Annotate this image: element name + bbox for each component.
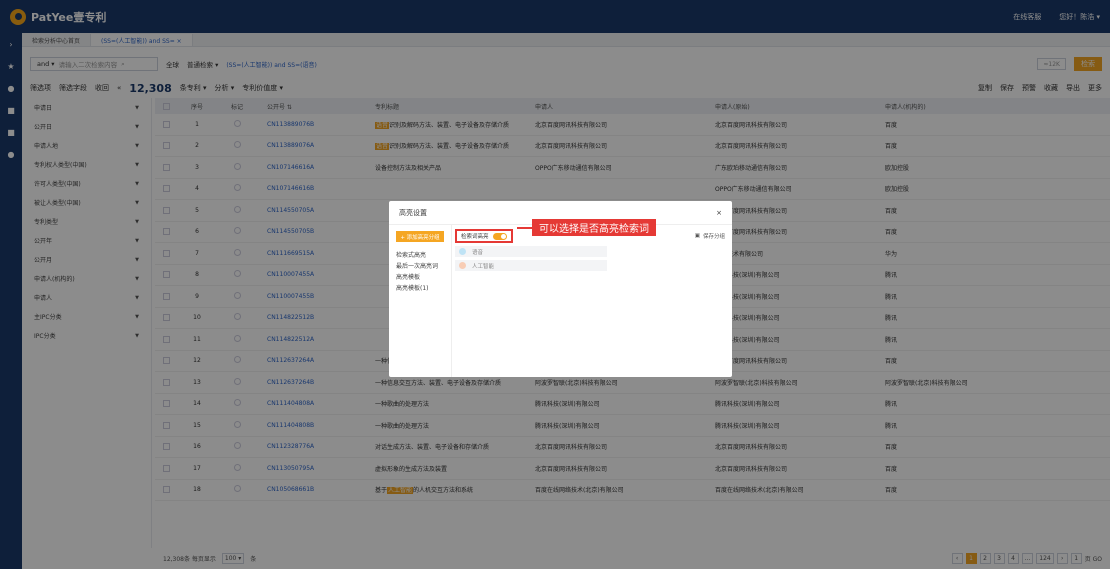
term-label: 人工智能 [472, 263, 495, 270]
term-item: 语音 [455, 246, 607, 257]
term-item: 人工智能 [455, 260, 607, 271]
side-item-last-words[interactable]: 最后一次高亮词 [396, 261, 444, 272]
save-group-button[interactable]: ▣ 保存分组 [695, 232, 725, 240]
highlight-toggle[interactable]: 检索词高亮 [455, 229, 513, 243]
dialog-sidebar: + 添加高亮分组 检索式高亮 最后一次高亮词 高亮模板 高亮模板(1) [389, 225, 452, 377]
term-color-dot[interactable] [459, 262, 466, 269]
save-group-label: 保存分组 [702, 234, 725, 240]
annotation-callout: 可以选择是否高亮检索词 [532, 219, 656, 236]
side-item-template[interactable]: 高亮模板 [396, 272, 444, 283]
callout-connector [517, 227, 532, 229]
side-item-expression[interactable]: 检索式高亮 [396, 250, 444, 261]
save-icon: ▣ [694, 233, 700, 239]
toggle-switch[interactable] [492, 232, 507, 240]
add-highlight-group-button[interactable]: + 添加高亮分组 [396, 231, 444, 242]
term-label: 语音 [472, 249, 484, 256]
dialog-title: 高亮设置 [399, 208, 427, 217]
toggle-label: 检索词高亮 [461, 234, 489, 240]
side-item-template-1[interactable]: 高亮模板(1) [396, 283, 444, 294]
close-icon[interactable]: × [716, 209, 722, 217]
term-color-dot[interactable] [459, 248, 466, 255]
